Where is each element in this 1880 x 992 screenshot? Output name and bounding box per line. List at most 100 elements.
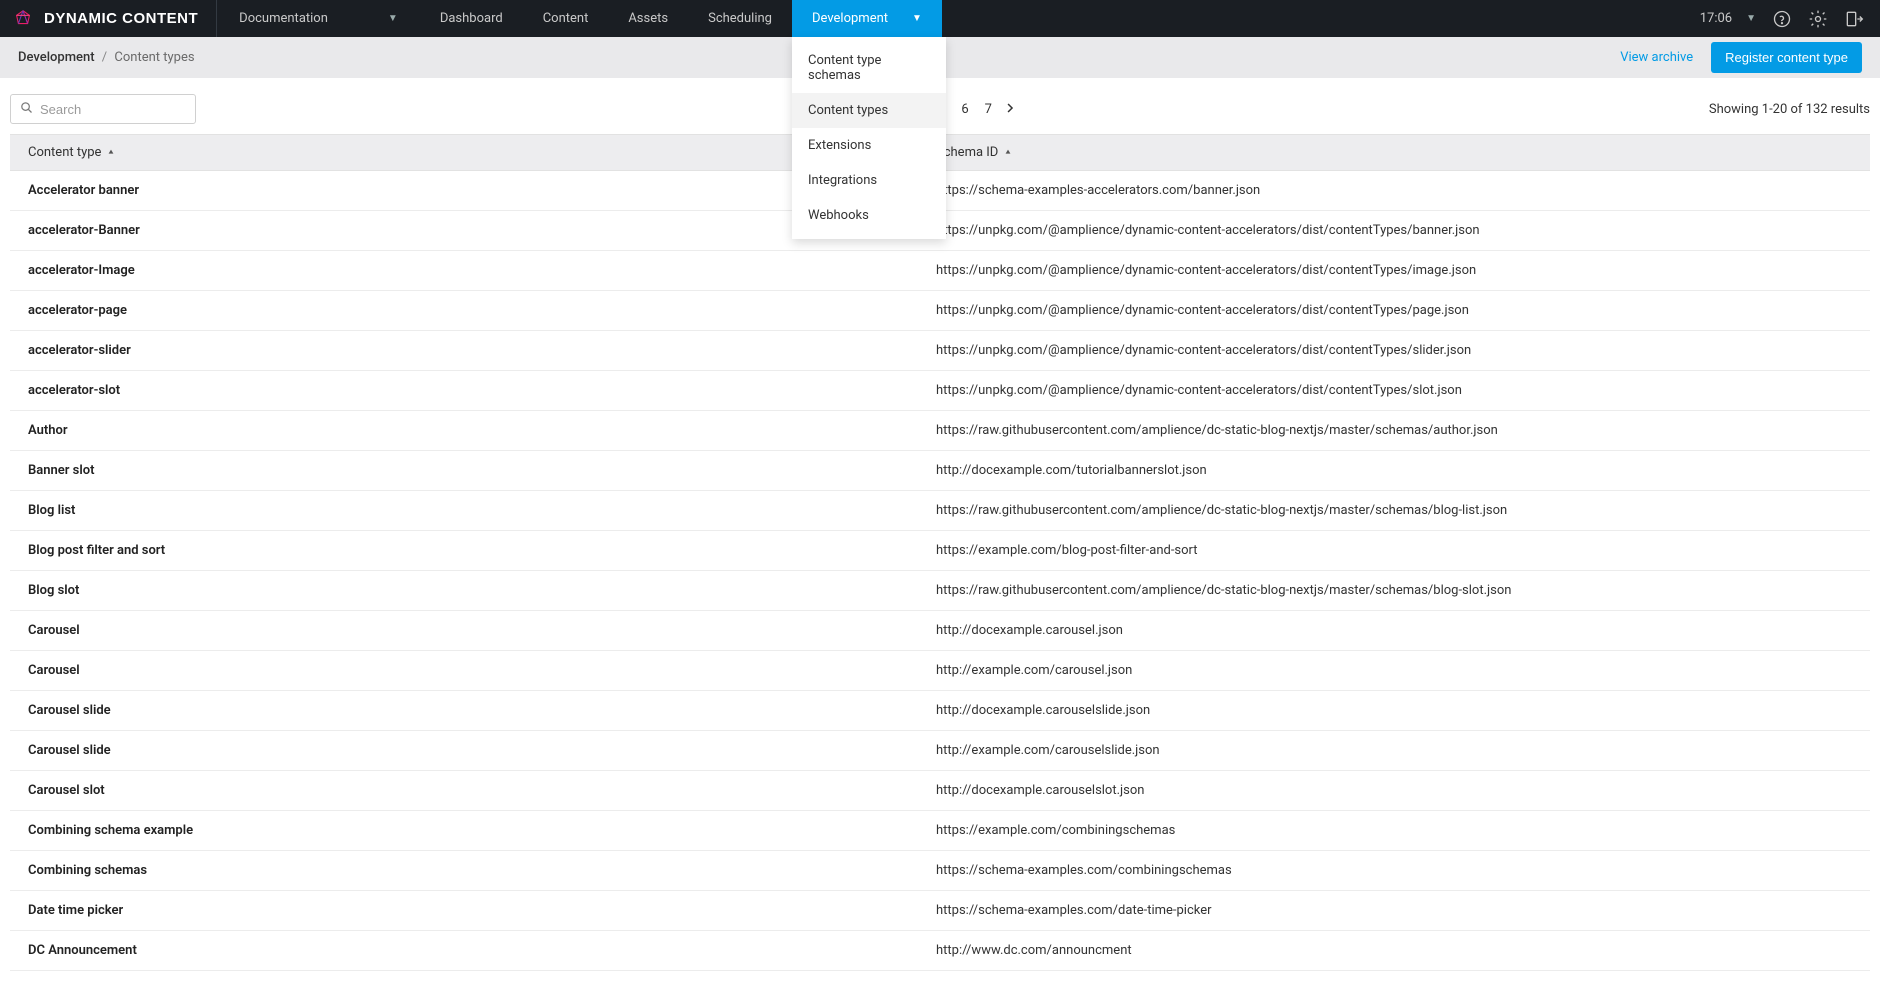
table-body: Accelerator bannerhttps://schema-example… bbox=[10, 171, 1870, 971]
column-header-schema-id[interactable]: Schema ID bbox=[936, 145, 1852, 160]
next-page-icon[interactable] bbox=[1005, 102, 1015, 117]
sort-asc-icon bbox=[1004, 145, 1012, 160]
help-icon[interactable] bbox=[1772, 9, 1792, 29]
nav-tab-label: Content bbox=[543, 11, 589, 26]
search-input-wrap[interactable] bbox=[10, 94, 196, 124]
cell-schema-id: http://example.com/carouselslide.json bbox=[936, 743, 1852, 758]
view-archive-link[interactable]: View archive bbox=[1620, 50, 1693, 65]
nav-tab-scheduling[interactable]: Scheduling bbox=[688, 0, 792, 37]
table-row[interactable]: Blog post filter and sorthttps://example… bbox=[10, 531, 1870, 571]
table-row[interactable]: Carousel slothttp://docexample.carousels… bbox=[10, 771, 1870, 811]
table-row[interactable]: Date time pickerhttps://schema-examples.… bbox=[10, 891, 1870, 931]
nav-tab-label: Scheduling bbox=[708, 11, 772, 26]
nav-tab-content[interactable]: Content bbox=[523, 0, 609, 37]
cell-content-type: Blog post filter and sort bbox=[28, 543, 936, 558]
chevron-down-icon: ▼ bbox=[1746, 13, 1756, 24]
nav-tab-label: Development bbox=[812, 11, 888, 26]
dev-menu-item[interactable]: Integrations bbox=[792, 163, 946, 198]
table-row[interactable]: Carouselhttp://example.com/carousel.json bbox=[10, 651, 1870, 691]
cell-content-type: Carousel slot bbox=[28, 783, 936, 798]
dev-menu-item[interactable]: Extensions bbox=[792, 128, 946, 163]
table-row[interactable]: Blog slothttps://raw.githubusercontent.c… bbox=[10, 571, 1870, 611]
dev-menu-item[interactable]: Content type schemas bbox=[792, 43, 946, 93]
cell-content-type: Combining schemas bbox=[28, 863, 936, 878]
clock-time: 17:06 bbox=[1700, 11, 1732, 26]
hub-selector[interactable]: Documentation ▼ bbox=[217, 0, 420, 37]
brand-block[interactable]: DYNAMIC CONTENT bbox=[0, 0, 217, 37]
clock-selector[interactable]: 17:06 ▼ bbox=[1700, 11, 1756, 26]
column-header-label: Content type bbox=[28, 145, 101, 160]
cell-content-type: Carousel slide bbox=[28, 743, 936, 758]
cell-schema-id: https://unpkg.com/@amplience/dynamic-con… bbox=[936, 223, 1852, 238]
table-row[interactable]: Combining schema examplehttps://example.… bbox=[10, 811, 1870, 851]
brand-logo-icon bbox=[12, 8, 34, 30]
page-number[interactable]: 7 bbox=[982, 100, 995, 119]
cell-schema-id: https://example.com/blog-post-filter-and… bbox=[936, 543, 1852, 558]
table-row[interactable]: DC Announcementhttp://www.dc.com/announc… bbox=[10, 931, 1870, 971]
register-content-type-button[interactable]: Register content type bbox=[1711, 42, 1862, 73]
table-row[interactable]: accelerator-Imagehttps://unpkg.com/@ampl… bbox=[10, 251, 1870, 291]
cell-content-type: Combining schema example bbox=[28, 823, 936, 838]
cell-content-type: Banner slot bbox=[28, 463, 936, 478]
nav-left: Documentation ▼ Dashboard Content Assets… bbox=[217, 0, 942, 37]
chevron-down-icon: ▼ bbox=[388, 13, 398, 24]
table-row[interactable]: Carousel slidehttp://docexample.carousel… bbox=[10, 691, 1870, 731]
search-icon bbox=[19, 100, 40, 119]
results-count: Showing 1-20 of 132 results bbox=[1709, 102, 1870, 117]
hub-selector-label: Documentation bbox=[239, 11, 328, 26]
cell-schema-id: https://raw.githubusercontent.com/amplie… bbox=[936, 583, 1852, 598]
cell-content-type: Carousel bbox=[28, 623, 936, 638]
table-row[interactable]: accelerator-pagehttps://unpkg.com/@ampli… bbox=[10, 291, 1870, 331]
cell-schema-id: https://schema-examples.com/combiningsch… bbox=[936, 863, 1852, 878]
cell-schema-id: http://docexample.carouselslide.json bbox=[936, 703, 1852, 718]
top-nav: DYNAMIC CONTENT Documentation ▼ Dashboar… bbox=[0, 0, 1880, 37]
cell-schema-id: http://www.dc.com/announcment bbox=[936, 943, 1852, 958]
nav-tab-dashboard[interactable]: Dashboard bbox=[420, 0, 523, 37]
gear-icon[interactable] bbox=[1808, 9, 1828, 29]
breadcrumb: Development / Content types bbox=[18, 50, 195, 65]
cell-schema-id: http://docexample.carouselslot.json bbox=[936, 783, 1852, 798]
cell-schema-id: https://schema-examples-accelerators.com… bbox=[936, 183, 1852, 198]
cell-schema-id: http://docexample.carousel.json bbox=[936, 623, 1852, 638]
cell-content-type: Carousel slide bbox=[28, 703, 936, 718]
table-row[interactable]: accelerator-sliderhttps://unpkg.com/@amp… bbox=[10, 331, 1870, 371]
development-dropdown: Content type schemasContent typesExtensi… bbox=[792, 37, 946, 239]
cell-schema-id: https://raw.githubusercontent.com/amplie… bbox=[936, 503, 1852, 518]
cell-schema-id: https://unpkg.com/@amplience/dynamic-con… bbox=[936, 263, 1852, 278]
dev-menu-item[interactable]: Content types bbox=[792, 93, 946, 128]
table-row[interactable]: Authorhttps://raw.githubusercontent.com/… bbox=[10, 411, 1870, 451]
cell-schema-id: http://example.com/carousel.json bbox=[936, 663, 1852, 678]
cell-schema-id: http://docexample.com/tutorialbannerslot… bbox=[936, 463, 1852, 478]
cell-schema-id: https://unpkg.com/@amplience/dynamic-con… bbox=[936, 343, 1852, 358]
table-row[interactable]: Combining schemashttps://schema-examples… bbox=[10, 851, 1870, 891]
cell-content-type: DC Announcement bbox=[28, 943, 936, 958]
breadcrumb-current: Content types bbox=[114, 50, 194, 65]
cell-content-type: accelerator-Image bbox=[28, 263, 936, 278]
cell-content-type: Blog slot bbox=[28, 583, 936, 598]
nav-tab-label: Dashboard bbox=[440, 11, 503, 26]
search-input[interactable] bbox=[40, 102, 187, 117]
nav-tab-development[interactable]: Development ▼ bbox=[792, 0, 942, 37]
logout-icon[interactable] bbox=[1844, 9, 1864, 29]
cell-content-type: accelerator-slot bbox=[28, 383, 936, 398]
cell-content-type: accelerator-slider bbox=[28, 343, 936, 358]
table-row[interactable]: Carouselhttp://docexample.carousel.json bbox=[10, 611, 1870, 651]
breadcrumb-separator: / bbox=[102, 50, 107, 65]
table-row[interactable]: Carousel slidehttp://example.com/carouse… bbox=[10, 731, 1870, 771]
table-row[interactable]: Blog listhttps://raw.githubusercontent.c… bbox=[10, 491, 1870, 531]
cell-content-type: Author bbox=[28, 423, 936, 438]
cell-schema-id: https://schema-examples.com/date-time-pi… bbox=[936, 903, 1852, 918]
dev-menu-item[interactable]: Webhooks bbox=[792, 198, 946, 233]
nav-tab-assets[interactable]: Assets bbox=[608, 0, 688, 37]
cell-schema-id: https://unpkg.com/@amplience/dynamic-con… bbox=[936, 383, 1852, 398]
nav-tab-label: Assets bbox=[628, 11, 668, 26]
table-row[interactable]: accelerator-slothttps://unpkg.com/@ampli… bbox=[10, 371, 1870, 411]
cell-schema-id: https://unpkg.com/@amplience/dynamic-con… bbox=[936, 303, 1852, 318]
cell-content-type: accelerator-page bbox=[28, 303, 936, 318]
cell-content-type: Carousel bbox=[28, 663, 936, 678]
page-number[interactable]: 6 bbox=[958, 100, 971, 119]
chevron-down-icon: ▼ bbox=[912, 13, 922, 24]
table-row[interactable]: Banner slothttp://docexample.com/tutoria… bbox=[10, 451, 1870, 491]
cell-schema-id: https://example.com/combiningschemas bbox=[936, 823, 1852, 838]
breadcrumb-root[interactable]: Development bbox=[18, 50, 95, 65]
